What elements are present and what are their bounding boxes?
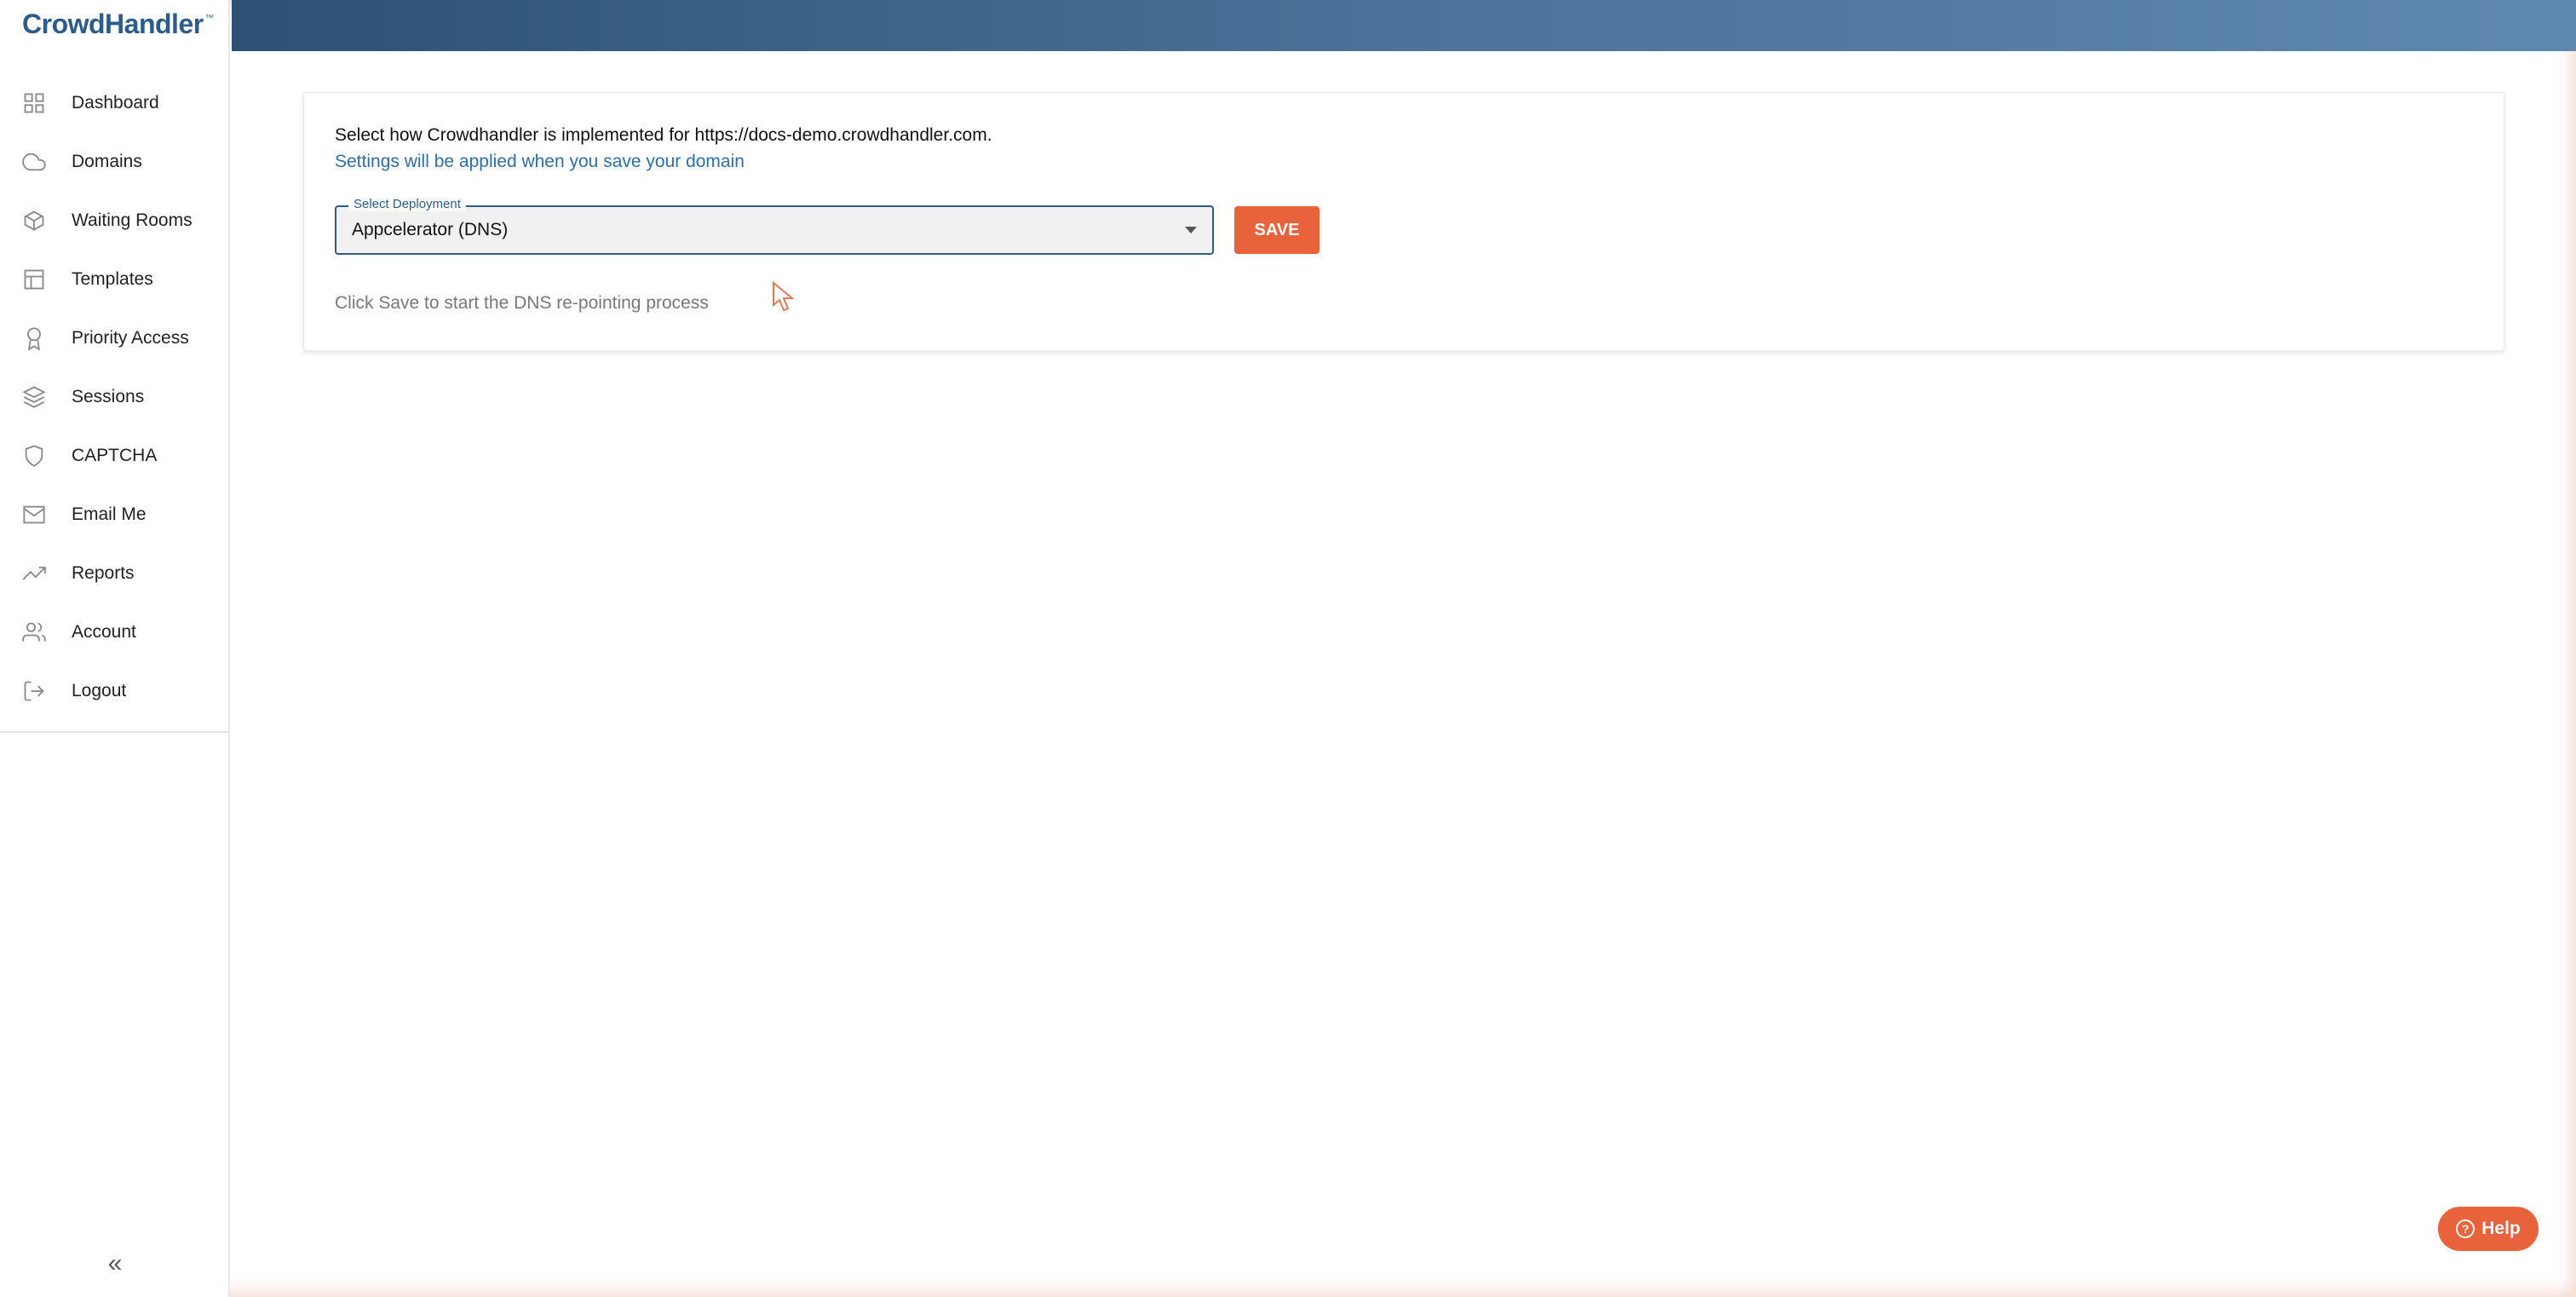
cube-icon bbox=[22, 209, 46, 233]
sidebar-item-captcha[interactable]: CAPTCHA bbox=[0, 426, 230, 485]
sidebar-item-templates[interactable]: Templates bbox=[0, 250, 230, 308]
sidebar-item-label: Email Me bbox=[72, 504, 147, 524]
mouse-cursor-icon bbox=[773, 281, 795, 312]
save-button[interactable]: SAVE bbox=[1234, 206, 1320, 254]
sidebar-item-label: Dashboard bbox=[72, 92, 159, 112]
sidebar-item-priority-access[interactable]: Priority Access bbox=[0, 308, 230, 367]
sidebar-item-label: Templates bbox=[72, 268, 153, 289]
chevrons-left-icon: « bbox=[107, 1249, 123, 1277]
sidebar: CrowdHandler ™ Dashboard Domains Waiting … bbox=[0, 0, 230, 1297]
help-button[interactable]: ? Help bbox=[2438, 1207, 2539, 1251]
sidebar-item-logout[interactable]: Logout bbox=[0, 661, 230, 720]
users-icon bbox=[22, 620, 46, 644]
sidebar-item-email-me[interactable]: Email Me bbox=[0, 485, 230, 544]
sidebar-item-label: Account bbox=[72, 621, 136, 642]
sidebar-item-label: Priority Access bbox=[72, 327, 189, 348]
logout-icon bbox=[22, 679, 46, 703]
sidebar-item-reports[interactable]: Reports bbox=[0, 544, 230, 602]
help-circle-icon: ? bbox=[2456, 1219, 2475, 1238]
sidebar-item-label: Reports bbox=[72, 562, 135, 583]
collapse-sidebar-button[interactable]: « bbox=[101, 1251, 129, 1280]
deployment-card: Select how Crowdhandler is implemented f… bbox=[303, 92, 2504, 351]
layers-icon bbox=[22, 385, 46, 409]
top-bar bbox=[232, 0, 2576, 51]
sidebar-item-waiting-rooms[interactable]: Waiting Rooms bbox=[0, 191, 230, 250]
sidebar-item-sessions[interactable]: Sessions bbox=[0, 367, 230, 426]
chevron-down-icon bbox=[1185, 227, 1197, 233]
deployment-intro-text: Select how Crowdhandler is implemented f… bbox=[335, 125, 992, 145]
sidebar-item-label: Domains bbox=[72, 151, 142, 171]
award-icon bbox=[22, 326, 46, 350]
cloud-icon bbox=[22, 150, 46, 174]
sidebar-divider bbox=[0, 731, 230, 733]
trending-up-icon bbox=[22, 562, 46, 585]
logo[interactable]: CrowdHandler ™ bbox=[22, 9, 214, 40]
sidebar-item-label: Sessions bbox=[72, 386, 145, 406]
deployment-select-value: Appcelerator (DNS) bbox=[352, 220, 509, 239]
sidebar-item-label: Waiting Rooms bbox=[72, 210, 193, 230]
sidebar-item-domains[interactable]: Domains bbox=[0, 132, 230, 191]
grid-icon bbox=[22, 91, 46, 115]
deployment-select-label: Select Deployment bbox=[348, 197, 466, 211]
sidebar-item-account[interactable]: Account bbox=[0, 602, 230, 661]
layout-icon bbox=[22, 268, 46, 291]
logo-text: CrowdHandler bbox=[22, 9, 204, 39]
help-label: Help bbox=[2481, 1219, 2521, 1238]
app-window: CrowdHandler ™ Dashboard Domains Waiting … bbox=[0, 0, 2576, 1297]
sidebar-item-dashboard[interactable]: Dashboard bbox=[0, 73, 230, 132]
mail-icon bbox=[22, 503, 46, 527]
sidebar-item-label: Logout bbox=[72, 680, 127, 700]
sidebar-nav: Dashboard Domains Waiting Rooms Template… bbox=[0, 73, 230, 720]
shield-icon bbox=[22, 444, 46, 468]
settings-hint-text: Settings will be applied when you save y… bbox=[335, 152, 745, 171]
deployment-select[interactable]: Select Deployment Appcelerator (DNS) bbox=[335, 197, 1214, 255]
status-text: Click Save to start the DNS re-pointing … bbox=[335, 293, 709, 313]
sidebar-item-label: CAPTCHA bbox=[72, 445, 158, 465]
logo-trademark: ™ bbox=[204, 14, 214, 23]
